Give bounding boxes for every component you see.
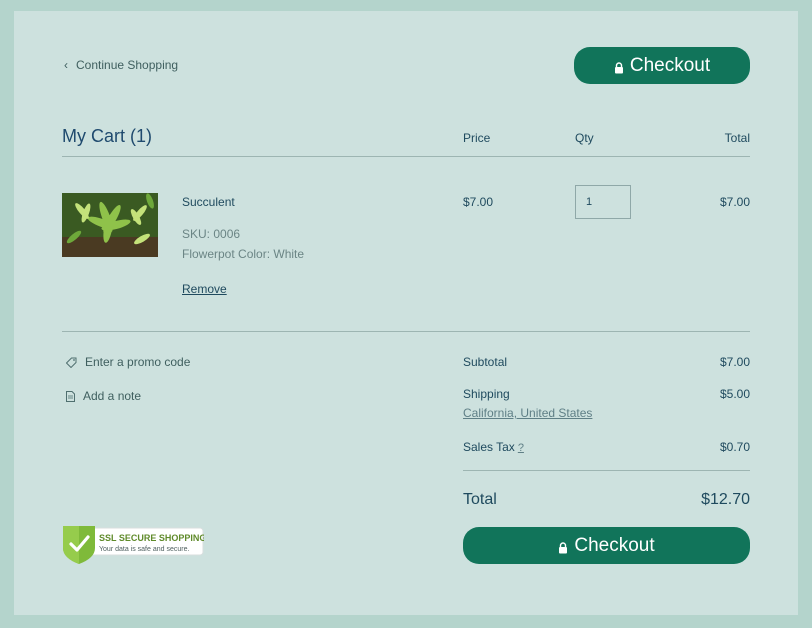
succulent-image bbox=[62, 193, 158, 257]
product-name[interactable]: Succulent bbox=[182, 195, 235, 209]
chevron-left-icon: ‹ bbox=[64, 58, 68, 72]
item-price: $7.00 bbox=[463, 195, 494, 209]
bottom-checkout-label: Checkout bbox=[574, 534, 655, 556]
sales-tax-row: Sales Tax? bbox=[463, 440, 524, 454]
sales-tax-value: $0.70 bbox=[719, 440, 750, 454]
sales-tax-label: Sales Tax bbox=[463, 440, 515, 454]
add-note-link[interactable]: Add a note bbox=[66, 389, 141, 403]
lock-icon bbox=[559, 541, 568, 553]
ssl-badge-graphic: SSL SECURE SHOPPING Your data is safe an… bbox=[63, 526, 206, 564]
header-divider bbox=[62, 156, 750, 157]
add-note-label: Add a note bbox=[83, 389, 142, 403]
promo-code-link[interactable]: Enter a promo code bbox=[66, 355, 190, 369]
item-total: $7.00 bbox=[719, 195, 750, 209]
summary-divider bbox=[463, 470, 750, 471]
total-value: $12.70 bbox=[701, 491, 750, 508]
promo-code-label: Enter a promo code bbox=[85, 355, 191, 369]
bottom-checkout-button[interactable]: Checkout bbox=[463, 527, 750, 564]
subtotal-label: Subtotal bbox=[463, 355, 508, 369]
column-header-qty: Qty bbox=[575, 131, 594, 145]
top-checkout-label: Checkout bbox=[629, 54, 711, 76]
top-checkout-button[interactable]: Checkout bbox=[574, 47, 750, 84]
continue-shopping-link[interactable]: ‹ Continue Shopping bbox=[64, 58, 178, 72]
lock-icon bbox=[614, 61, 623, 73]
tag-icon bbox=[66, 357, 77, 368]
remove-item-link[interactable]: Remove bbox=[182, 282, 227, 296]
ssl-badge-subtitle: Your data is safe and secure. bbox=[99, 546, 189, 553]
tax-help-link[interactable]: ? bbox=[518, 442, 524, 454]
column-header-total: Total bbox=[724, 131, 750, 145]
product-thumbnail[interactable] bbox=[62, 193, 158, 257]
note-icon bbox=[66, 390, 75, 402]
items-divider bbox=[62, 331, 750, 332]
quantity-input[interactable] bbox=[575, 185, 631, 219]
cart-title: My Cart (1) bbox=[62, 126, 152, 146]
ssl-secure-badge: SSL SECURE SHOPPING Your data is safe an… bbox=[62, 524, 206, 564]
column-header-price: Price bbox=[463, 131, 491, 145]
continue-shopping-label: Continue Shopping bbox=[76, 58, 179, 72]
shipping-value: $5.00 bbox=[719, 387, 750, 401]
product-sku: SKU: 0006 bbox=[182, 227, 241, 241]
subtotal-value: $7.00 bbox=[719, 355, 750, 369]
shipping-destination-link[interactable]: California, United States bbox=[463, 406, 592, 420]
ssl-badge-title: SSL SECURE SHOPPING bbox=[99, 533, 204, 543]
product-option: Flowerpot Color: White bbox=[182, 247, 305, 261]
total-label: Total bbox=[463, 491, 497, 508]
shipping-label: Shipping bbox=[463, 387, 510, 401]
